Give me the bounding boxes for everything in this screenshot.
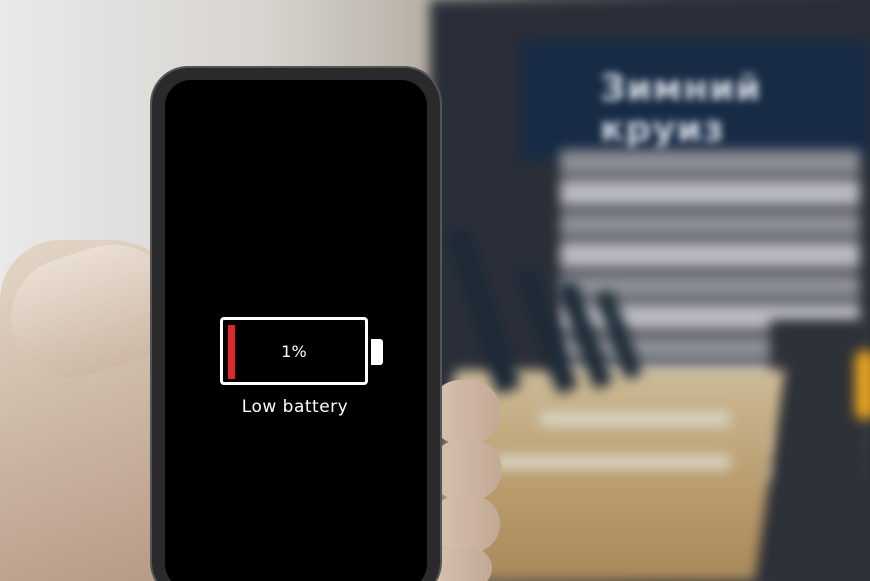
battery-terminal <box>371 339 383 365</box>
display-stand <box>495 455 730 469</box>
display-stand <box>540 412 730 426</box>
photo-scene: Зимний круиз 1% Low battery <box>0 0 870 581</box>
store-sign-text: Зимний круиз <box>600 68 762 150</box>
finger <box>430 495 500 553</box>
orange-object <box>855 350 870 420</box>
low-battery-label: Low battery <box>241 397 349 417</box>
battery-level-fill <box>228 325 235 379</box>
battery-percent: 1% <box>281 342 307 361</box>
finger <box>430 380 500 444</box>
finger <box>430 440 502 500</box>
